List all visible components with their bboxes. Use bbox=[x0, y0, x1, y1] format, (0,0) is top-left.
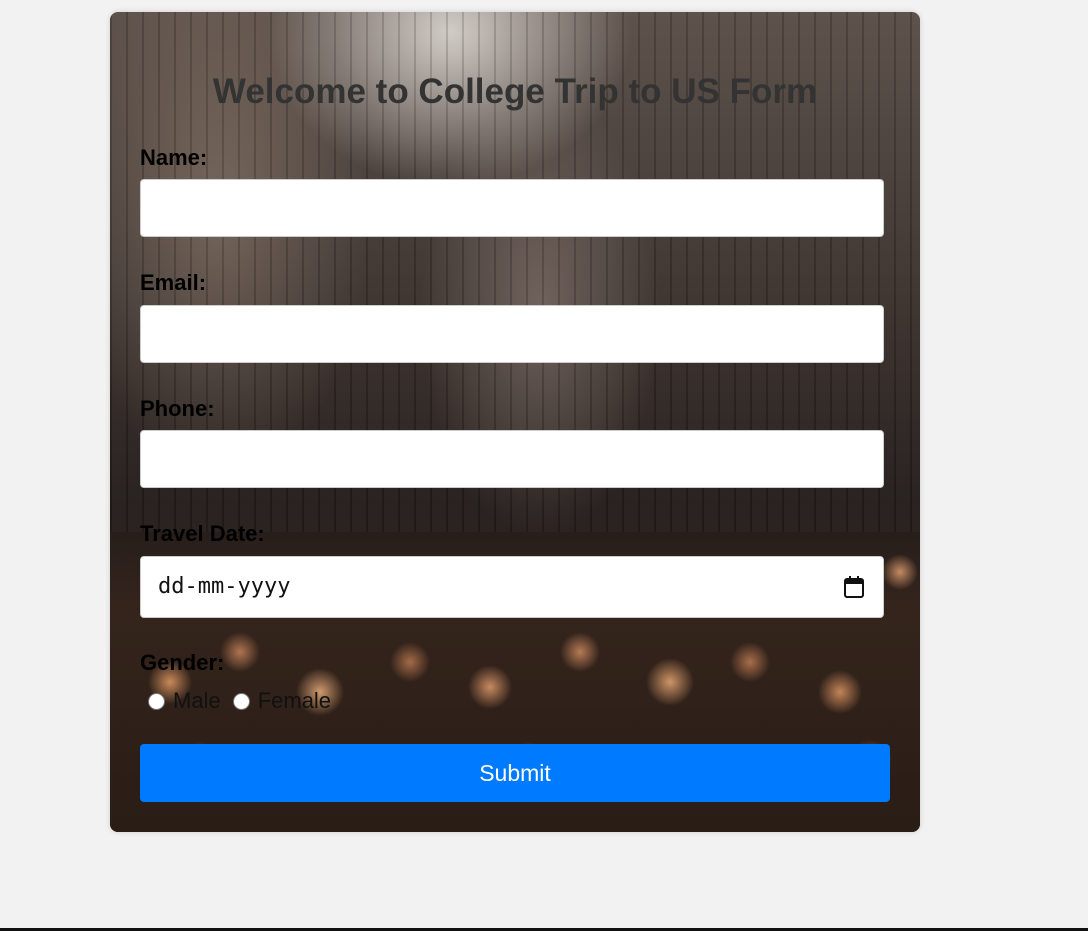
gender-radio-female[interactable] bbox=[232, 692, 250, 710]
email-input[interactable] bbox=[140, 305, 884, 363]
gender-options: Male Female bbox=[140, 686, 335, 716]
travel-date-label: Travel Date: bbox=[140, 521, 265, 546]
gender-radio-male[interactable] bbox=[148, 692, 165, 710]
name-label: Name: bbox=[140, 145, 208, 170]
submit-button[interactable]: Submit bbox=[140, 744, 890, 802]
gender-label: Gender: bbox=[140, 650, 225, 675]
phone-label: Phone: bbox=[140, 396, 215, 421]
form-title: Welcome to College Trip to US Form bbox=[212, 72, 818, 111]
name-input[interactable] bbox=[140, 179, 884, 237]
gender-option-female-label: Female bbox=[257, 688, 332, 713]
phone-input[interactable] bbox=[140, 430, 884, 488]
gender-option-male-label: Male bbox=[173, 688, 221, 713]
form-container: Welcome to College Trip to US Form Name:… bbox=[110, 12, 920, 832]
travel-date-placeholder: dd-mm-yyyy bbox=[158, 574, 291, 599]
travel-date-input[interactable]: dd-mm-yyyy bbox=[140, 556, 884, 618]
calendar-icon[interactable] bbox=[843, 575, 865, 599]
email-label: Email: bbox=[140, 270, 207, 295]
form-card: Welcome to College Trip to US Form Name:… bbox=[110, 12, 920, 832]
